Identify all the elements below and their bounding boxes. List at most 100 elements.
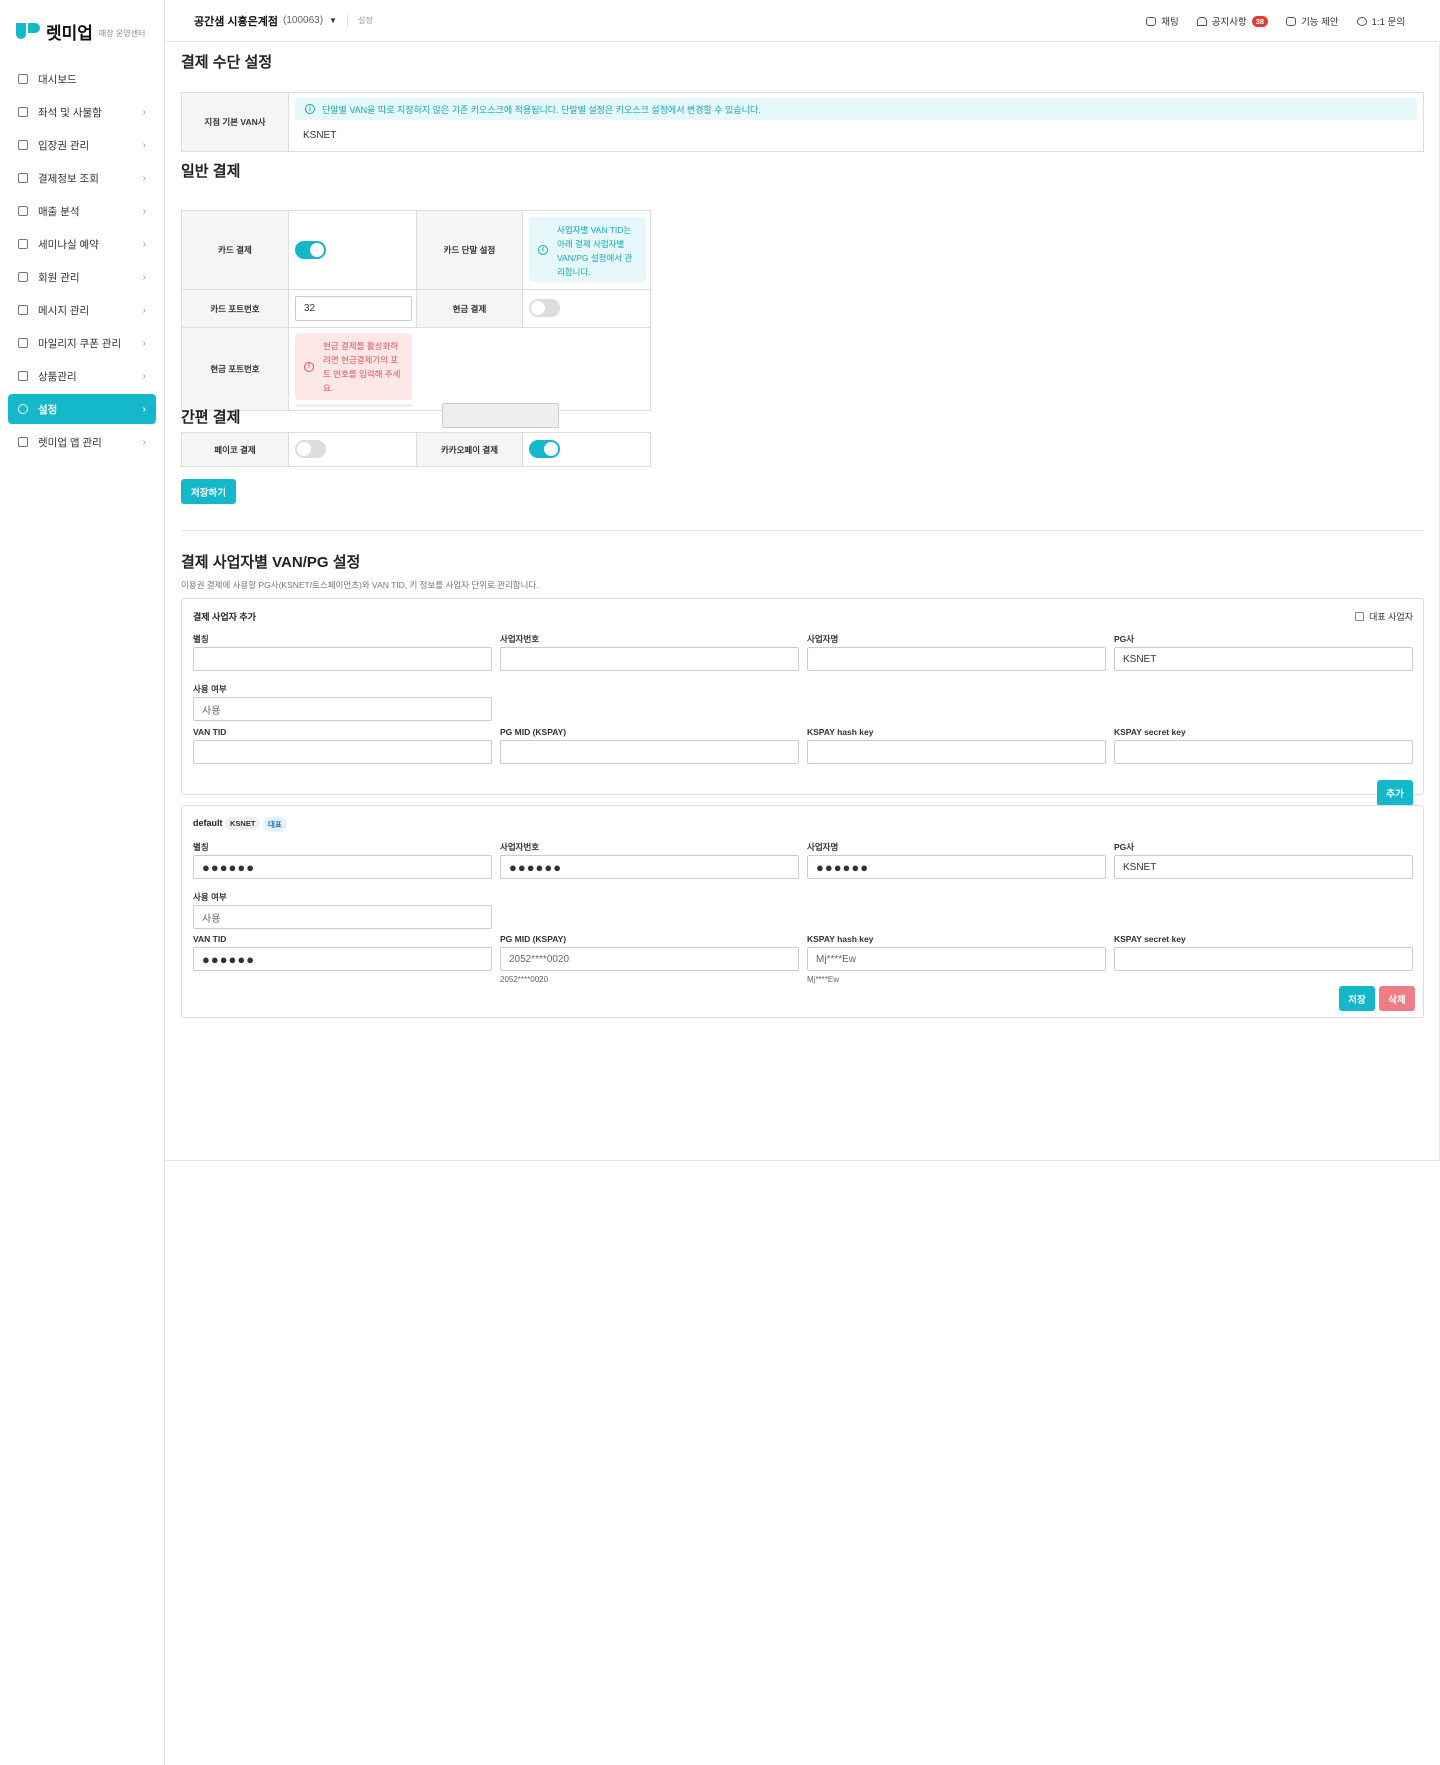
breadcrumb-divider xyxy=(346,14,348,27)
alias-input[interactable]: ●●●●●● xyxy=(193,855,492,879)
alert-icon: ! xyxy=(304,361,314,372)
pg-mid-hint: 2052****0020 xyxy=(500,975,549,984)
pg-mid-input[interactable] xyxy=(500,740,799,764)
cash-port-input[interactable] xyxy=(442,403,559,428)
secret-key-label: KSPAY secret key xyxy=(1114,727,1186,737)
pg-select[interactable]: KSNET xyxy=(1114,647,1413,671)
notice-link[interactable]: 공지사항 38 xyxy=(1196,14,1269,28)
sidebar-item-10[interactable]: 설정 › xyxy=(8,394,156,424)
representative-checkbox[interactable] xyxy=(1355,612,1365,621)
toggle-knob xyxy=(297,442,311,456)
chat-link[interactable]: 채팅 xyxy=(1146,14,1179,28)
chevron-right-icon: › xyxy=(142,304,146,316)
sidebar-item-7[interactable]: 메시지 관리 › xyxy=(8,295,156,325)
toggle-knob xyxy=(310,243,324,257)
mail-icon xyxy=(18,305,28,315)
hash-key-input[interactable]: Mj****Ew xyxy=(807,947,1106,971)
inquiry-link[interactable]: 1:1 문의 xyxy=(1356,14,1405,28)
caret-down-icon[interactable]: ▼ xyxy=(329,16,337,25)
brand-sub: 매장 운영센터 xyxy=(98,28,146,38)
biz-name-input[interactable] xyxy=(807,647,1106,671)
hash-key-label: KSPAY hash key xyxy=(807,727,874,737)
kakaopay-label: 카카오페이 결제 xyxy=(416,433,523,466)
cash-pay-toggle[interactable] xyxy=(529,299,560,317)
sidebar-item-11[interactable]: 렛미업 앱 관리 › xyxy=(8,427,156,457)
card-port-input[interactable]: 32 xyxy=(295,296,412,321)
biz-no-input[interactable] xyxy=(500,647,799,671)
hash-key-hint: Mj****Ew xyxy=(807,975,840,984)
easy-payment-title: 간편 결제 xyxy=(181,409,241,426)
alias-input[interactable] xyxy=(193,647,492,671)
store-name[interactable]: 공간샘 시흥은계점 xyxy=(194,13,278,29)
suggest-link[interactable]: 기능 제안 xyxy=(1286,14,1339,28)
ticket-icon xyxy=(18,140,28,150)
payco-label: 페이코 결제 xyxy=(182,433,289,466)
section-divider xyxy=(181,530,1424,531)
store-id[interactable]: (100063) xyxy=(283,15,323,26)
secret-key-input[interactable] xyxy=(1114,947,1413,971)
card-terminal-note: i 사업자별 VAN TID는 아래 결제 사업자별 VAN/PG 설정에서 관… xyxy=(529,217,646,282)
pg-mid-input[interactable]: 2052****0020 xyxy=(500,947,799,971)
delete-business-button[interactable]: 삭제 xyxy=(1379,986,1415,1011)
chat-label: 채팅 xyxy=(1161,17,1179,28)
seat-icon xyxy=(18,107,28,117)
pg-label: PG사 xyxy=(1114,634,1135,644)
use-select[interactable]: 사용 xyxy=(193,697,492,721)
cash-port-warning-text: 현금 결제를 활성화하려면 현금결제기의 포트 번호를 입력해 주세요. xyxy=(323,341,401,393)
representative-checkbox-wrap[interactable]: 대표 사업자 xyxy=(1355,610,1413,623)
top-header: 공간샘 시흥은계점 (100063) ▼ 설정 채팅 공지사항 38 기능 제안 … xyxy=(165,0,1440,42)
toggle-knob xyxy=(531,301,545,315)
sidebar: 렛미업 매장 운영센터 대시보드 좌석 및 사물함 › 입장권 관리 › 결제정보 조회 ›… xyxy=(0,0,165,1765)
easy-payment-table: 페이코 결제 카카오페이 결제 xyxy=(181,432,651,467)
sidebar-item-6[interactable]: 회원 관리 › xyxy=(8,262,156,292)
secret-key-input[interactable] xyxy=(1114,740,1413,764)
payco-toggle[interactable] xyxy=(295,440,326,458)
pg-select[interactable]: KSNET xyxy=(1114,855,1413,879)
van-tid-input[interactable]: ●●●●●● xyxy=(193,947,492,971)
biz-no-input[interactable]: ●●●●●● xyxy=(500,855,799,879)
chevron-right-icon: › xyxy=(142,403,146,415)
sidebar-item-label: 렛미업 앱 관리 xyxy=(38,436,102,449)
sidebar-item-9[interactable]: 상품관리 › xyxy=(8,361,156,391)
save-business-button[interactable]: 저장 xyxy=(1339,986,1375,1011)
business-description: 이용권 결제에 사용할 PG사(KSNET/토스페이먼츠)와 VAN TID, … xyxy=(181,580,539,590)
van-value: KSNET xyxy=(303,130,337,141)
brand-logo[interactable]: 렛미업 매장 운영센터 xyxy=(0,0,164,62)
card-terminal-note-text: 사업자별 VAN TID는 아래 결제 사업자별 VAN/PG 설정에서 관리합… xyxy=(557,225,633,277)
sidebar-item-1[interactable]: 좌석 및 사물함 › xyxy=(8,97,156,127)
save-settings-button[interactable]: 저장하기 xyxy=(181,479,236,504)
card-pay-toggle[interactable] xyxy=(295,241,326,259)
kakaopay-toggle[interactable] xyxy=(529,440,560,458)
chevron-right-icon: › xyxy=(142,205,146,217)
secret-key-label: KSPAY secret key xyxy=(1114,934,1186,944)
business-van-pg-title: 결제 사업자별 VAN/PG 설정 xyxy=(181,554,361,571)
biz-name-input[interactable]: ●●●●●● xyxy=(807,855,1106,879)
header-links: 채팅 공지사항 38 기능 제안 1:1 문의 xyxy=(1146,0,1405,42)
entry-name: default xyxy=(193,818,223,828)
use-label: 사용 여부 xyxy=(193,892,227,902)
bell-icon xyxy=(1196,16,1207,26)
hash-key-input[interactable] xyxy=(807,740,1106,764)
sidebar-item-8[interactable]: 마일리지 쿠폰 관리 › xyxy=(8,328,156,358)
chevron-right-icon: › xyxy=(142,337,146,349)
sidebar-item-3[interactable]: 결제정보 조회 › xyxy=(8,163,156,193)
sidebar-item-4[interactable]: 매출 분석 › xyxy=(8,196,156,226)
info-icon: i xyxy=(305,104,315,114)
sidebar-item-label: 회원 관리 xyxy=(38,271,80,284)
chevron-right-icon: › xyxy=(142,436,146,448)
dashboard-icon xyxy=(18,74,28,84)
spacer xyxy=(295,404,412,407)
use-select[interactable]: 사용 xyxy=(193,905,492,929)
sidebar-item-5[interactable]: 세미나실 예약 › xyxy=(8,229,156,259)
sidebar-item-0[interactable]: 대시보드 xyxy=(8,64,156,94)
breadcrumb: 설정 xyxy=(357,16,373,25)
van-tid-input[interactable] xyxy=(193,740,492,764)
sidebar-item-2[interactable]: 입장권 관리 › xyxy=(8,130,156,160)
toggle-knob xyxy=(544,442,558,456)
add-business-button[interactable]: 추가 xyxy=(1377,780,1413,806)
card-icon xyxy=(18,173,28,183)
van-label: 지점 기본 VAN사 xyxy=(182,93,289,151)
cash-pay-label: 현금 결제 xyxy=(416,290,523,327)
sidebar-item-label: 좌석 및 사물함 xyxy=(38,106,102,119)
brand-name: 렛미업 xyxy=(46,23,93,43)
